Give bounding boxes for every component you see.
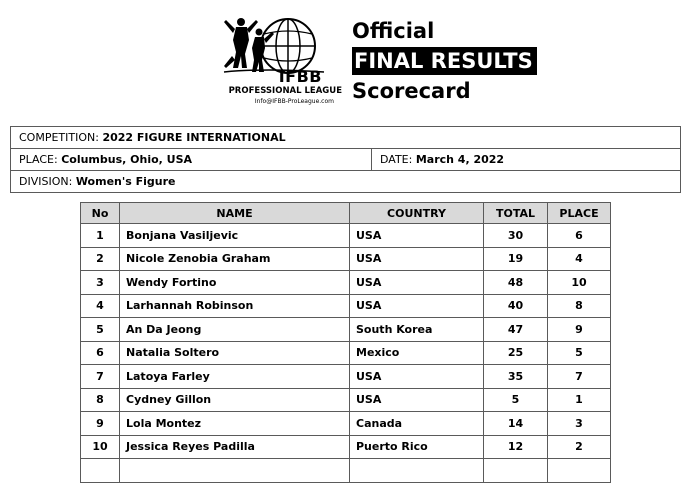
competition-value: 2022 FIGURE INTERNATIONAL: [102, 131, 286, 144]
cell-name: Bonjana Vasiljevic: [119, 223, 350, 248]
cell-total: 5: [483, 387, 548, 412]
place-value: Columbus, Ohio, USA: [61, 153, 193, 166]
title-scorecard: Scorecard: [352, 79, 471, 103]
ifbb-logo: IFBB PROFESSIONAL LEAGUE Info@IFBB-ProLe…: [214, 10, 342, 122]
header-country: COUNTRY: [349, 202, 484, 224]
cell-place: 10: [547, 270, 611, 295]
division-value: Women's Figure: [75, 175, 176, 188]
place-date-row: PLACE: Columbus, Ohio, USA DATE: March 4…: [11, 148, 680, 170]
cell-place: 8: [547, 293, 611, 318]
page-title: Official FINAL RESULTS Scorecard: [352, 16, 537, 106]
header-name: NAME: [119, 202, 350, 224]
cell-place: [547, 458, 611, 483]
cell-total: 19: [483, 246, 548, 271]
table-row: 1 Bonjana Vasiljevic USA 30 6: [80, 223, 611, 248]
header-no: No: [80, 202, 120, 224]
logo-email: Info@IFBB-ProLeague.com: [254, 98, 334, 105]
table-row: 4 Larhannah Robinson USA 40 8: [80, 293, 611, 318]
cell-total: 14: [483, 411, 548, 436]
cell-place: 6: [547, 223, 611, 248]
cell-place: 4: [547, 246, 611, 271]
table-row: 9 Lola Montez Canada 14 3: [80, 411, 611, 436]
date-label: DATE:: [380, 153, 413, 166]
cell-no: [80, 458, 120, 483]
cell-no: 8: [80, 387, 120, 412]
table-row: 8 Cydney Gillon USA 5 1: [80, 387, 611, 412]
cell-country: USA: [349, 223, 484, 248]
cell-name: Latoya Farley: [119, 364, 350, 389]
cell-total: 12: [483, 434, 548, 459]
cell-name: [119, 458, 350, 483]
cell-place: 7: [547, 364, 611, 389]
cell-place: 5: [547, 340, 611, 365]
results-table: No NAME COUNTRY TOTAL PLACE 1 Bonjana Va…: [80, 202, 611, 483]
cell-no: 1: [80, 223, 120, 248]
cell-name: Jessica Reyes Padilla: [119, 434, 350, 459]
cell-country: Mexico: [349, 340, 484, 365]
cell-country: USA: [349, 270, 484, 295]
cell-country: USA: [349, 246, 484, 271]
table-row: [80, 458, 611, 483]
division-row: DIVISION: Women's Figure: [11, 170, 680, 192]
cell-no: 6: [80, 340, 120, 365]
cell-place: 9: [547, 317, 611, 342]
table-row: 3 Wendy Fortino USA 48 10: [80, 270, 611, 295]
cell-no: 7: [80, 364, 120, 389]
cell-country: Canada: [349, 411, 484, 436]
date-value: March 4, 2022: [415, 153, 505, 166]
cell-name: Larhannah Robinson: [119, 293, 350, 318]
cell-country: Puerto Rico: [349, 434, 484, 459]
cell-no: 3: [80, 270, 120, 295]
cell-name: Wendy Fortino: [119, 270, 350, 295]
cell-no: 4: [80, 293, 120, 318]
cell-country: USA: [349, 364, 484, 389]
cell-no: 10: [80, 434, 120, 459]
cell-place: 3: [547, 411, 611, 436]
cell-no: 9: [80, 411, 120, 436]
cell-place: 1: [547, 387, 611, 412]
cell-total: 48: [483, 270, 548, 295]
table-row: 7 Latoya Farley USA 35 7: [80, 364, 611, 389]
cell-place: 2: [547, 434, 611, 459]
cell-total: 40: [483, 293, 548, 318]
header-place: PLACE: [547, 202, 611, 224]
cell-country: USA: [349, 293, 484, 318]
cell-name: Natalia Soltero: [119, 340, 350, 365]
table-row: 10 Jessica Reyes Padilla Puerto Rico 12 …: [80, 434, 611, 459]
cell-no: 5: [80, 317, 120, 342]
cell-total: 30: [483, 223, 548, 248]
logo-league: PROFESSIONAL LEAGUE: [228, 86, 342, 96]
cell-name: Nicole Zenobia Graham: [119, 246, 350, 271]
table-row: 6 Natalia Soltero Mexico 25 5: [80, 340, 611, 365]
cell-country: USA: [349, 387, 484, 412]
cell-total: [483, 458, 548, 483]
cell-total: 35: [483, 364, 548, 389]
title-final-results: FINAL RESULTS: [352, 47, 537, 75]
cell-name: Cydney Gillon: [119, 387, 350, 412]
competition-row: COMPETITION: 2022 FIGURE INTERNATIONAL: [11, 127, 680, 148]
cell-country: South Korea: [349, 317, 484, 342]
logo-brand: IFBB: [278, 67, 322, 86]
cell-country: [349, 458, 484, 483]
table-row: 5 An Da Jeong South Korea 47 9: [80, 317, 611, 342]
title-official: Official: [352, 19, 435, 43]
table-row: 2 Nicole Zenobia Graham USA 19 4: [80, 246, 611, 271]
place-label: PLACE:: [19, 153, 58, 166]
cell-name: Lola Montez: [119, 411, 350, 436]
division-label: DIVISION:: [19, 175, 73, 188]
competition-info: COMPETITION: 2022 FIGURE INTERNATIONAL P…: [10, 126, 681, 193]
cell-no: 2: [80, 246, 120, 271]
cell-total: 25: [483, 340, 548, 365]
cell-name: An Da Jeong: [119, 317, 350, 342]
competition-label: COMPETITION:: [19, 131, 99, 144]
header-total: TOTAL: [483, 202, 548, 224]
cell-total: 47: [483, 317, 548, 342]
table-header-row: No NAME COUNTRY TOTAL PLACE: [80, 202, 611, 224]
